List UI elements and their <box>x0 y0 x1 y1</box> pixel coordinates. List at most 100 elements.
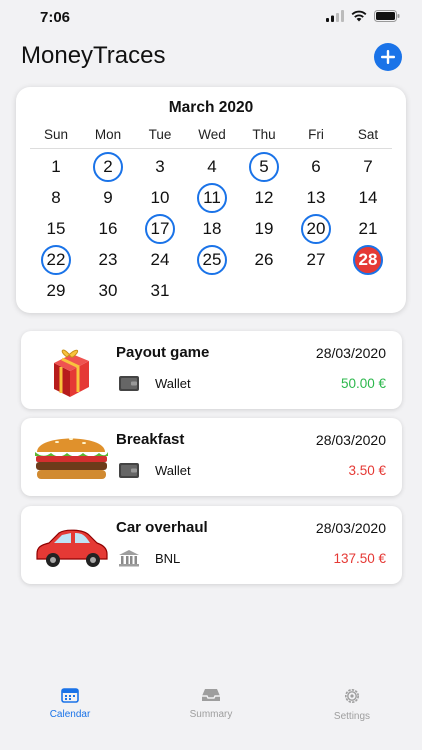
status-icons <box>326 10 400 22</box>
bank-icon <box>119 550 139 567</box>
car-icon <box>36 529 108 567</box>
transaction-title: Breakfast <box>116 431 185 448</box>
calendar-day[interactable]: 8 <box>30 182 82 213</box>
calendar-day-marked[interactable]: 2 <box>82 151 134 182</box>
tab-label: Summary <box>189 709 233 720</box>
calendar-day-marked[interactable]: 25 <box>186 244 238 275</box>
status-time: 7:06 <box>40 9 71 26</box>
weekday-label: Thu <box>252 127 276 142</box>
day-number: 21 <box>358 218 378 238</box>
calendar-day[interactable]: 14 <box>342 182 394 213</box>
transaction-card[interactable]: Car overhaul 28/03/2020 BNL 137.50 € <box>21 506 402 584</box>
calendar-day-marked[interactable]: 22 <box>30 244 82 275</box>
calendar-day[interactable]: 10 <box>134 182 186 213</box>
calendar-day[interactable]: 3 <box>134 151 186 182</box>
transaction-account: Wallet <box>155 463 191 478</box>
calendar-day[interactable]: 13 <box>290 182 342 213</box>
calendar-day[interactable]: 24 <box>134 244 186 275</box>
weekday-label: Sun <box>43 127 69 142</box>
tab-summary[interactable]: Summary <box>151 687 271 720</box>
transaction-card[interactable]: Breakfast 28/03/2020 Wallet 3.50 € <box>21 418 402 496</box>
signal-icon <box>326 10 344 22</box>
calendar-day[interactable]: 12 <box>238 182 290 213</box>
weekday-label: Fri <box>308 127 324 142</box>
calendar-day[interactable]: 7 <box>342 151 394 182</box>
day-number: 10 <box>150 187 170 207</box>
calendar-day-marked[interactable]: 5 <box>238 151 290 182</box>
transaction-amount: 3.50 € <box>348 463 386 478</box>
transaction-title: Car overhaul <box>116 519 208 536</box>
day-number: 9 <box>103 187 113 207</box>
tab-calendar[interactable]: Calendar <box>10 687 130 720</box>
day-number: 5 <box>249 151 279 182</box>
day-number: 1 <box>51 156 61 176</box>
calendar-grid: 1 2 3 4 5 6 7 8 9 10 11 12 13 14 15 16 1… <box>30 151 394 306</box>
calendar-day[interactable]: 27 <box>290 244 342 275</box>
day-number: 29 <box>46 280 66 300</box>
day-number: 20 <box>301 213 331 244</box>
transaction-account: Wallet <box>155 376 191 391</box>
calendar-day[interactable]: 26 <box>238 244 290 275</box>
day-number: 3 <box>155 156 165 176</box>
calendar-day[interactable]: 16 <box>82 213 134 244</box>
day-number: 23 <box>98 249 118 269</box>
wallet-icon <box>119 376 139 391</box>
day-number: 17 <box>145 213 175 244</box>
day-number: 7 <box>363 156 373 176</box>
day-number: 24 <box>150 249 170 269</box>
add-button[interactable] <box>374 43 402 71</box>
calendar-day[interactable]: 4 <box>186 151 238 182</box>
battery-icon <box>374 10 400 22</box>
calendar-day[interactable]: 30 <box>82 275 134 306</box>
calendar-day[interactable]: 18 <box>186 213 238 244</box>
calendar-day[interactable]: 31 <box>134 275 186 306</box>
transaction-amount: 50.00 € <box>340 376 386 391</box>
transaction-date: 28/03/2020 <box>315 432 386 448</box>
day-number: 12 <box>254 187 274 207</box>
day-number: 26 <box>254 249 274 269</box>
calendar-day[interactable]: 1 <box>30 151 82 182</box>
burger-icon <box>35 438 108 479</box>
tab-bar: Calendar Summary Settings <box>0 675 422 750</box>
calendar-day-marked[interactable]: 17 <box>134 213 186 244</box>
calendar-divider <box>30 148 392 149</box>
calendar-day[interactable]: 29 <box>30 275 82 306</box>
calendar-icon <box>61 688 79 703</box>
day-number: 31 <box>150 280 170 300</box>
calendar-day-marked[interactable]: 11 <box>186 182 238 213</box>
weekday-label: Tue <box>148 127 172 142</box>
transaction-date: 28/03/2020 <box>315 345 386 361</box>
wifi-icon <box>351 10 367 22</box>
day-number: 25 <box>197 244 227 275</box>
weekday-label: Wed <box>198 127 226 142</box>
calendar-day-marked[interactable]: 20 <box>290 213 342 244</box>
transaction-amount: 137.50 € <box>333 551 386 566</box>
calendar-day[interactable]: 21 <box>342 213 394 244</box>
calendar-day-selected[interactable]: 28 <box>342 244 394 275</box>
day-number: 30 <box>98 280 118 300</box>
transaction-card[interactable]: Payout game 28/03/2020 Wallet 50.00 € <box>21 331 402 409</box>
weekday-label: Sat <box>357 127 379 142</box>
calendar-day[interactable]: 23 <box>82 244 134 275</box>
day-number: 4 <box>207 156 217 176</box>
day-number: 11 <box>197 182 227 213</box>
tab-settings[interactable]: Settings <box>292 687 412 722</box>
calendar-day[interactable]: 15 <box>30 213 82 244</box>
tab-label: Calendar <box>49 709 91 720</box>
tray-icon <box>202 689 220 701</box>
transaction-date: 28/03/2020 <box>315 520 386 536</box>
day-number: 18 <box>202 218 222 238</box>
day-number: 15 <box>46 218 66 238</box>
wallet-icon <box>119 463 139 478</box>
day-number: 28 <box>353 244 383 275</box>
calendar-day[interactable]: 19 <box>238 213 290 244</box>
transaction-account: BNL <box>155 551 181 566</box>
calendar-day[interactable]: 6 <box>290 151 342 182</box>
day-number: 14 <box>358 187 378 207</box>
day-number: 19 <box>254 218 274 238</box>
day-number: 2 <box>93 151 123 182</box>
calendar: March 2020 Sun Mon Tue Wed Thu Fri Sat 1… <box>16 87 406 313</box>
header: MoneyTraces <box>0 40 422 74</box>
calendar-day[interactable]: 9 <box>82 182 134 213</box>
weekday-label: Mon <box>94 127 122 142</box>
